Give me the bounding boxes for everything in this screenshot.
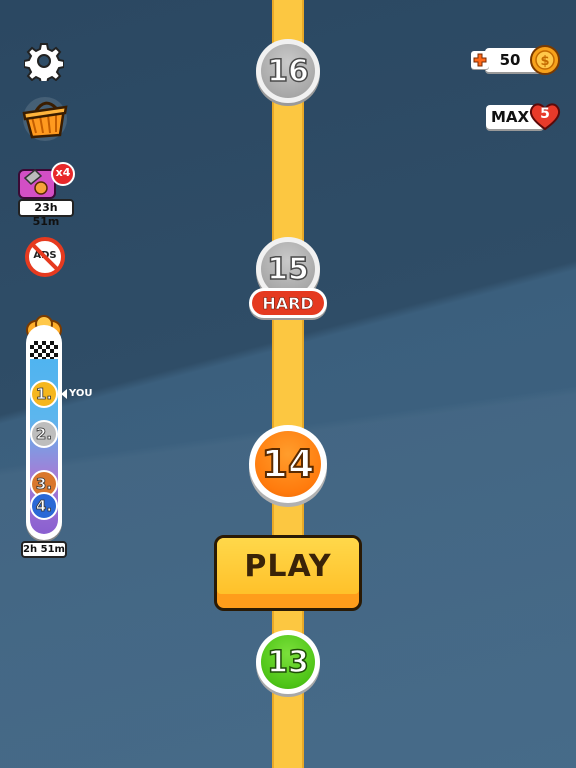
finish-flag-pattern (30, 341, 58, 359)
level-number: 16 (266, 53, 309, 90)
level-number: 14 (261, 441, 316, 487)
level-node-13-completed[interactable]: 13 (256, 630, 320, 694)
coin-amount: 50 (499, 51, 521, 69)
level-number: 13 (266, 644, 309, 681)
lives-max-label: MAX (490, 108, 530, 126)
level-node-16[interactable]: 16 (256, 39, 320, 103)
hard-badge-label: HARD (252, 291, 324, 315)
settings-button[interactable] (23, 41, 65, 85)
add-coins-button[interactable] (471, 51, 489, 69)
shop-button[interactable] (18, 95, 72, 143)
svg-text:$: $ (540, 54, 549, 69)
no-ads-button[interactable]: ADS (24, 236, 66, 278)
plus-icon (473, 53, 487, 67)
rank-4-medal: 4. (30, 492, 58, 520)
gear-icon (23, 43, 65, 85)
level-number: 15 (266, 251, 309, 288)
you-arrow-icon (61, 389, 67, 399)
play-button[interactable]: PLAY (214, 535, 362, 611)
boost-offer-button[interactable]: x4 (17, 160, 75, 202)
offer-multiplier: x4 (55, 166, 71, 179)
no-ads-strike (30, 242, 60, 272)
coin-icon: $ (529, 44, 561, 76)
lives-count: 5 (540, 106, 550, 122)
rank-2-medal: 2. (30, 420, 58, 448)
shop-basket-icon (22, 97, 68, 141)
leaderboard-panel[interactable]: 1. 2. 3. 4. (26, 325, 62, 540)
level-node-14-current[interactable]: 14 (249, 425, 327, 503)
rank-1-medal: 1. (30, 380, 58, 408)
offer-timer: 23h 51m (18, 199, 74, 228)
play-button-label: PLAY (217, 538, 359, 594)
leaderboard-timer: 2h 51m (21, 541, 67, 558)
hard-level-badge: HARD (249, 288, 327, 318)
you-label: YOU (69, 388, 93, 399)
heart-icon: 5 (528, 100, 562, 132)
